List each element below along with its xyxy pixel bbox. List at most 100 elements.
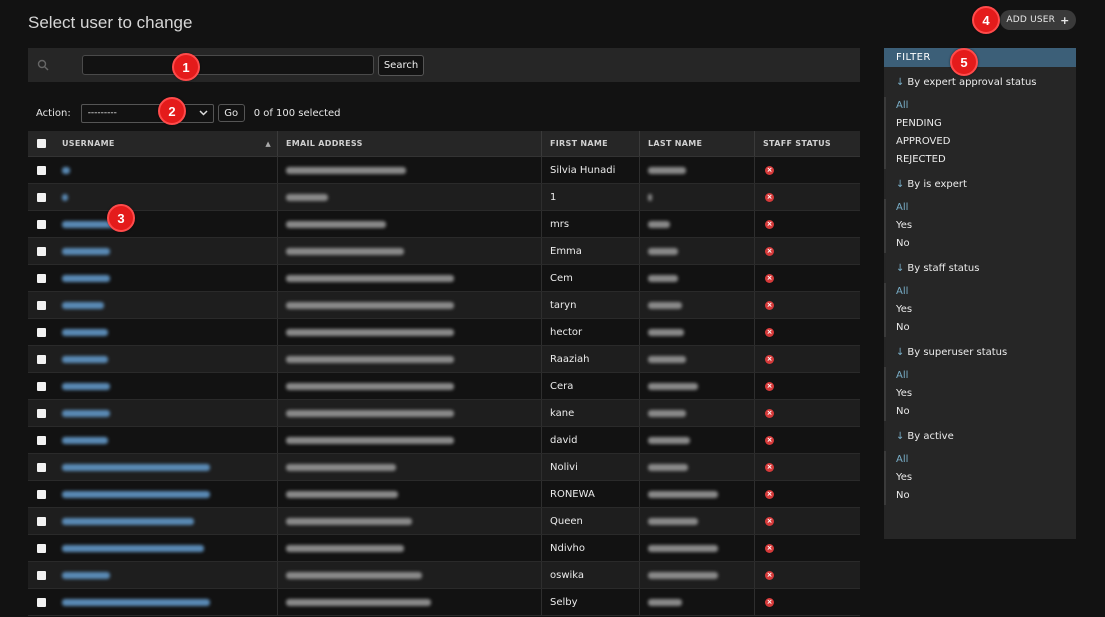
row-checkbox[interactable] (36, 381, 46, 391)
last-name-cell (648, 193, 652, 201)
username-link[interactable] (62, 274, 110, 282)
filter-option[interactable]: Yes (896, 301, 1076, 319)
filter-group: ↓ By expert approval status All PENDING APPR… (884, 77, 1076, 169)
row-checkbox[interactable] (36, 543, 46, 553)
row-checkbox[interactable] (36, 516, 46, 526)
email-cell (286, 490, 398, 498)
action-select[interactable]: --------- (80, 103, 214, 123)
column-header-last-name[interactable]: LAST NAME (640, 131, 755, 156)
column-header-username[interactable]: USERNAME ▲ (54, 131, 278, 156)
filter-options: All PENDING APPROVED REJECTED (884, 97, 1076, 169)
row-checkbox[interactable] (36, 570, 46, 580)
filter-option[interactable]: No (896, 319, 1076, 337)
plus-icon: + (1060, 13, 1070, 27)
username-link[interactable] (62, 598, 210, 606)
filter-option[interactable]: All (896, 97, 1076, 115)
row-checkbox[interactable] (36, 219, 46, 229)
last-name-cell (648, 544, 718, 552)
add-user-button[interactable]: ADD USER + (1000, 10, 1076, 30)
last-name-cell (648, 517, 698, 525)
selection-counter: 0 of 100 selected (253, 107, 341, 119)
filter-option[interactable]: PENDING (896, 115, 1076, 133)
filter-options: All Yes No (884, 451, 1076, 505)
row-checkbox[interactable] (36, 597, 46, 607)
row-checkbox[interactable] (36, 300, 46, 310)
last-name-cell (648, 598, 682, 606)
row-checkbox[interactable] (36, 246, 46, 256)
username-link[interactable] (62, 166, 70, 174)
filter-group-title: ↓ By active (896, 431, 954, 442)
column-header-staff-status[interactable]: STAFF STATUS (755, 131, 860, 156)
filter-option[interactable]: Yes (896, 217, 1076, 235)
column-header-first-name[interactable]: FIRST NAME (542, 131, 640, 156)
last-name-cell (648, 166, 686, 174)
select-all-checkbox[interactable] (36, 139, 46, 148)
table-row: Silvia Hunadi × (28, 157, 860, 184)
email-cell (286, 355, 454, 363)
first-name-cell: Selby (550, 596, 578, 608)
username-link[interactable] (62, 463, 210, 471)
filter-option[interactable]: Yes (896, 469, 1076, 487)
x-icon: × (765, 219, 774, 229)
filter-option[interactable]: REJECTED (896, 151, 1076, 169)
x-icon: × (765, 543, 774, 553)
username-link[interactable] (62, 301, 104, 309)
username-link[interactable] (62, 247, 110, 255)
username-link[interactable] (62, 355, 108, 363)
row-checkbox[interactable] (36, 165, 46, 175)
email-cell (286, 598, 431, 606)
table-header: USERNAME ▲ EMAIL ADDRESS FIRST NAME LAST… (28, 131, 860, 157)
x-icon: × (765, 354, 774, 364)
arrow-down-icon: ↓ (896, 431, 905, 442)
email-cell (286, 328, 454, 336)
filter-option[interactable]: All (896, 283, 1076, 301)
filter-options: All Yes No (884, 199, 1076, 253)
row-checkbox[interactable] (36, 462, 46, 472)
go-button[interactable]: Go (217, 104, 245, 122)
username-link[interactable] (62, 517, 194, 525)
search-button[interactable]: Search (378, 55, 424, 76)
row-checkbox[interactable] (36, 435, 46, 445)
email-cell (286, 517, 412, 525)
table-row: Emma × (28, 238, 860, 265)
username-link[interactable] (62, 328, 108, 336)
filter-group-title: ↓ By expert approval status (896, 77, 1037, 88)
username-link[interactable] (62, 436, 108, 444)
sort-ascending-icon[interactable]: ▲ (265, 140, 271, 148)
search-input[interactable] (82, 55, 374, 75)
search-icon (37, 59, 49, 71)
filter-option[interactable]: APPROVED (896, 133, 1076, 151)
username-link[interactable] (62, 571, 110, 579)
username-link[interactable] (62, 544, 204, 552)
username-link[interactable] (62, 193, 68, 201)
x-icon: × (765, 435, 774, 445)
filter-option[interactable]: Yes (896, 385, 1076, 403)
filter-group: ↓ By staff status All Yes No (884, 263, 1076, 337)
annotation-badge-5: 5 (950, 48, 978, 76)
row-checkbox[interactable] (36, 192, 46, 202)
email-cell (286, 301, 454, 309)
email-cell (286, 409, 454, 417)
username-link[interactable] (62, 409, 110, 417)
filter-option[interactable]: No (896, 235, 1076, 253)
row-checkbox[interactable] (36, 327, 46, 337)
table-row: Cem × (28, 265, 860, 292)
filter-option[interactable]: All (896, 451, 1076, 469)
annotation-badge-3: 3 (107, 204, 135, 232)
filter-option[interactable]: All (896, 367, 1076, 385)
arrow-down-icon: ↓ (896, 347, 905, 358)
row-checkbox[interactable] (36, 354, 46, 364)
action-bar: Action: --------- Go 0 of 100 selected (36, 103, 341, 123)
row-checkbox[interactable] (36, 489, 46, 499)
table-row: Cera × (28, 373, 860, 400)
row-checkbox[interactable] (36, 408, 46, 418)
filter-option[interactable]: All (896, 199, 1076, 217)
username-link[interactable] (62, 382, 110, 390)
row-checkbox[interactable] (36, 273, 46, 283)
filter-option[interactable]: No (896, 403, 1076, 421)
column-header-email[interactable]: EMAIL ADDRESS (278, 131, 542, 156)
table-row: oswika × (28, 562, 860, 589)
table-row: taryn × (28, 292, 860, 319)
filter-option[interactable]: No (896, 487, 1076, 505)
username-link[interactable] (62, 490, 210, 498)
